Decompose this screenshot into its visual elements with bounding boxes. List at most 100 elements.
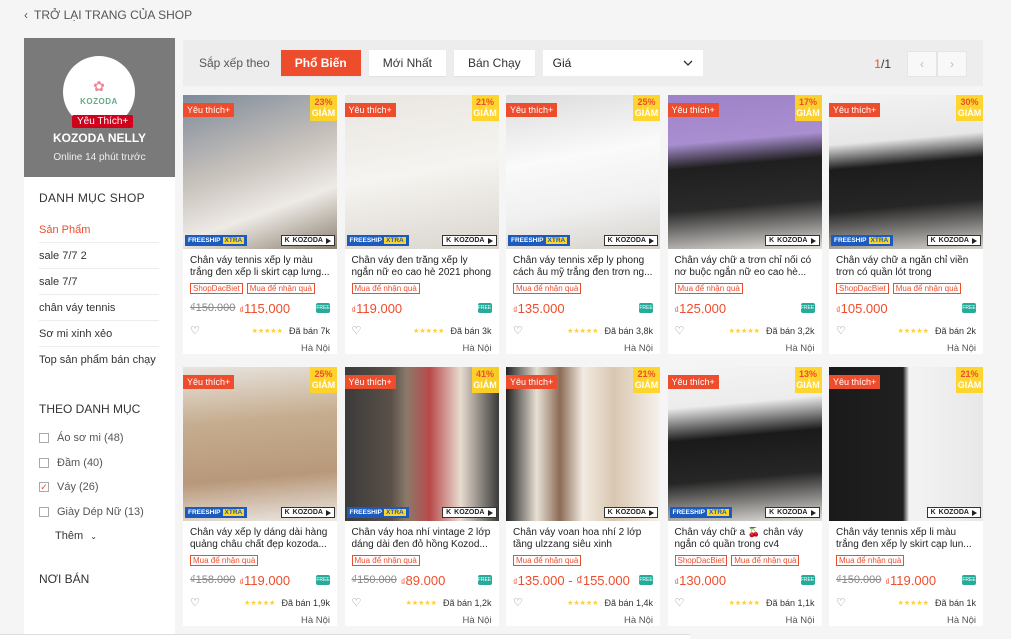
category-item-so-mi[interactable]: Sơ mi xinh xẻo	[39, 321, 159, 347]
product-location: Hà Nội	[946, 343, 976, 354]
product-grid: Yêu thích+ 23% GIẢM FREESHIP XTRA K KOZODA…	[183, 95, 983, 626]
favorite-badge: Yêu Thích+	[72, 115, 134, 128]
discount-badge: 21% GIẢM	[633, 367, 660, 393]
heart-icon[interactable]: ♡	[675, 324, 685, 337]
product-image[interactable]: Yêu thích+ 21% GIẢM K KOZODA	[829, 367, 983, 521]
product-image[interactable]: Yêu thích+ 17% GIẢM K KOZODA	[667, 95, 822, 249]
category-item-san-pham[interactable]: Sản Phẩm	[39, 217, 159, 243]
product-location: Hà Nội	[946, 615, 976, 626]
free-ship-icon: FREE	[962, 575, 976, 585]
filter-option-dam[interactable]: Đầm (40)	[39, 451, 160, 476]
category-item-tennis[interactable]: chân váy tennis	[39, 295, 159, 321]
product-card[interactable]: Yêu thích+ 21% GIẢM K KOZODA Chân váy ten…	[829, 367, 983, 626]
price-value: 135.000 - ₫155.000	[517, 572, 630, 588]
heart-icon[interactable]: ♡	[675, 596, 685, 609]
category-item-sale-77[interactable]: sale 7/7	[39, 269, 159, 295]
product-card[interactable]: Yêu thích+ 25% GIẢM FREESHIP XTRA K KOZODA…	[183, 367, 337, 626]
product-name[interactable]: Chân váy tennis xếp li màu trắng đen xếp…	[836, 527, 976, 551]
product-label-tag: ShopDacBiet	[190, 283, 243, 294]
price-sort-select[interactable]: Giá	[542, 50, 703, 76]
product-meta: ♡ ★★★★★ Đã bán 1,4k	[513, 596, 653, 609]
old-price: ₫150.000	[836, 574, 882, 586]
sort-bestselling-button[interactable]: Bán Chạy	[453, 50, 535, 76]
heart-icon[interactable]: ♡	[836, 596, 846, 609]
heart-icon[interactable]: ♡	[352, 324, 362, 337]
more-categories-button[interactable]: Thêm ⌄	[55, 530, 160, 542]
price-row: ₫135.000 - ₫155.000 FREE	[513, 572, 653, 588]
product-name[interactable]: Chân váy tennis xếp ly màu trắng đen xếp…	[190, 255, 330, 279]
product-image[interactable]: Yêu thích+ 23% GIẢM FREESHIP XTRA K KOZODA	[183, 95, 337, 249]
back-to-shop-link[interactable]: ‹ TRỞ LẠI TRANG CỦA SHOP	[24, 8, 192, 22]
price-value: 125.000	[679, 300, 727, 316]
page-current: 1	[874, 57, 881, 71]
product-name[interactable]: Chân váy chữ a 🍒 chân váy ngắn có quần t…	[675, 527, 815, 551]
checkbox[interactable]	[39, 457, 49, 468]
product-name[interactable]: Chân váy voan hoa nhí 2 lớp tầng ulzzang…	[513, 527, 653, 551]
price-value: 119.000	[244, 572, 291, 588]
freeship-xtra-badge: FREESHIP XTRA	[185, 507, 248, 518]
chevron-right-icon: ›	[950, 57, 954, 71]
checkbox[interactable]	[39, 433, 49, 444]
product-meta: ♡ ★★★★★ Đã bán 1,2k	[352, 596, 492, 609]
product-name[interactable]: Chân váy đen trắng xếp ly ngắn nữ eo cao…	[352, 255, 492, 279]
product-card[interactable]: Yêu thích+ 21% GIẢM K KOZODA Chân váy voa…	[506, 367, 660, 626]
category-item-top[interactable]: Top sản phẩm bán chạy	[39, 347, 159, 372]
product-name[interactable]: Chân váy tennis xếp ly phong cách âu mỹ …	[513, 255, 653, 279]
product-image[interactable]: Yêu thích+ 41% GIẢM FREESHIP XTRA K KOZODA	[344, 367, 499, 521]
sort-popular-button[interactable]: Phổ Biến	[280, 50, 361, 76]
heart-icon[interactable]: ♡	[513, 596, 523, 609]
product-image[interactable]: Yêu thích+ 13% GIẢM FREESHIP XTRA K KOZODA	[667, 367, 822, 521]
discount-badge: 41% GIẢM	[471, 367, 499, 393]
filter-option-label: Áo sơ mi (48)	[57, 432, 124, 445]
product-image[interactable]: Yêu thích+ 30% GIẢM FREESHIP XTRA K KOZODA	[829, 95, 983, 249]
heart-icon[interactable]: ♡	[513, 324, 523, 337]
video-brand-badge: K KOZODA	[603, 507, 658, 518]
product-name[interactable]: Chân váy chữ a ngắn chỉ viền trơn có quầ…	[836, 255, 976, 279]
sort-newest-button[interactable]: Mới Nhất	[368, 50, 446, 76]
heart-icon[interactable]: ♡	[190, 324, 200, 337]
discount-percent: 23%	[314, 97, 333, 107]
filter-option-ao-so-mi[interactable]: Áo sơ mi (48)	[39, 426, 160, 451]
shop-category-list: Sản Phẩm sale 7/7 2 sale 7/7 chân váy te…	[39, 217, 160, 372]
product-card[interactable]: Yêu thích+ 25% GIẢM FREESHIP XTRA K KOZODA…	[506, 95, 660, 354]
product-image[interactable]: Yêu thích+ 21% GIẢM FREESHIP XTRA K KOZODA	[344, 95, 499, 249]
product-name[interactable]: Chân váy xếp ly dáng dài hàng quảng châu…	[190, 527, 330, 551]
category-item-sale-77-2[interactable]: sale 7/7 2	[39, 243, 159, 269]
favorite-tag: Yêu thích+	[506, 103, 558, 117]
checkbox[interactable]	[39, 506, 49, 517]
product-image[interactable]: Yêu thích+ 25% GIẢM FREESHIP XTRA K KOZODA	[506, 95, 660, 249]
product-meta: ♡ ★★★★★ Đã bán 7k	[190, 324, 330, 337]
product-location: Hà Nội	[462, 343, 492, 354]
page-total: /1	[880, 57, 891, 71]
shop-logo-text: KOZODA	[80, 96, 118, 106]
product-labels: Mua để nhận quà	[513, 283, 653, 294]
product-card[interactable]: Yêu thích+ 23% GIẢM FREESHIP XTRA K KOZODA…	[183, 95, 337, 354]
filter-option-giay-dep[interactable]: Giày Dép Nữ (13)	[39, 500, 160, 525]
product-card[interactable]: Yêu thích+ 30% GIẢM FREESHIP XTRA K KOZODA…	[829, 95, 983, 354]
favorite-tag: Yêu thích+	[667, 375, 719, 389]
product-image[interactable]: Yêu thích+ 25% GIẢM FREESHIP XTRA K KOZODA	[183, 367, 337, 521]
discount-badge: 30% GIẢM	[956, 95, 983, 121]
product-card[interactable]: Yêu thích+ 41% GIẢM FREESHIP XTRA K KOZODA…	[344, 367, 499, 626]
heart-icon[interactable]: ♡	[352, 596, 362, 609]
product-card[interactable]: Yêu thích+ 21% GIẢM FREESHIP XTRA K KOZODA…	[344, 95, 499, 354]
next-page-button[interactable]: ›	[937, 51, 967, 77]
filter-option-vay[interactable]: ✓ Váy (26)	[39, 475, 160, 500]
rating-stars-icon: ★★★★★	[897, 599, 929, 607]
video-brand-badge: K KOZODA	[442, 507, 497, 518]
product-name[interactable]: Chân váy chữ a trơn chỉ nổi có nơ buộc n…	[675, 255, 815, 279]
product-name[interactable]: Chân váy hoa nhí vintage 2 lớp dáng dài …	[352, 527, 492, 551]
video-brand-badge: K KOZODA	[442, 235, 497, 246]
product-card[interactable]: Yêu thích+ 17% GIẢM K KOZODA Chân váy chữ…	[667, 95, 822, 354]
sidebar: ✿ KOZODA Yêu Thích+ KOZODA NELLY Online …	[24, 38, 175, 639]
product-card[interactable]: Yêu thích+ 13% GIẢM FREESHIP XTRA K KOZODA…	[667, 367, 822, 626]
discount-percent: 21%	[637, 369, 656, 379]
checkbox-checked[interactable]: ✓	[39, 482, 49, 493]
heart-icon[interactable]: ♡	[836, 324, 846, 337]
prev-page-button[interactable]: ‹	[907, 51, 937, 77]
heart-icon[interactable]: ♡	[190, 596, 200, 609]
product-image[interactable]: Yêu thích+ 21% GIẢM K KOZODA	[506, 367, 660, 521]
product-label-tag: Mua để nhận quà	[351, 283, 420, 294]
rating-stars-icon: ★★★★★	[567, 599, 599, 607]
product-meta: ♡ ★★★★★ Đã bán 1k	[836, 596, 976, 609]
